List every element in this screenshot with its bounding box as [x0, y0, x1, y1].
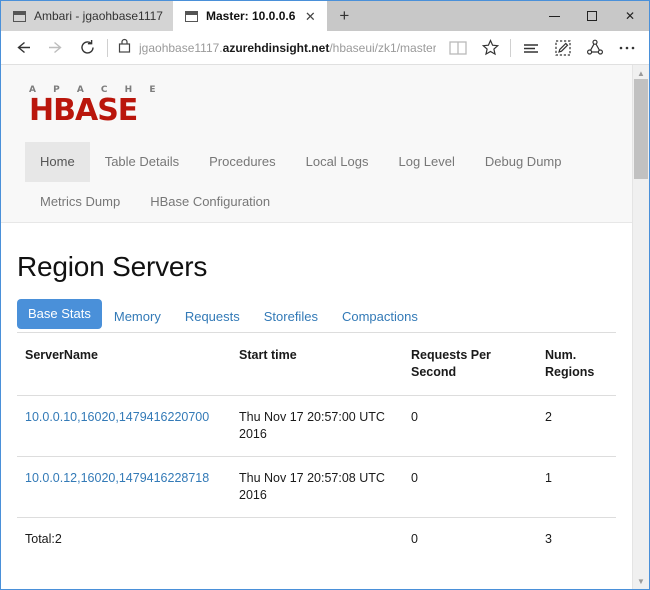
favorites-star-icon[interactable] — [474, 33, 506, 63]
cell-start-time: Thu Nov 17 20:57:00 UTC 2016 — [231, 395, 403, 457]
region-servers-heading: Region Servers — [17, 251, 208, 282]
server-link[interactable]: 10.0.0.12,16020,1479416228718 — [25, 471, 209, 485]
url-domain: azurehdinsight.net — [222, 40, 330, 55]
address-bar[interactable]: jgaohbase1117.azurehdinsight.net/hbaseui… — [112, 33, 442, 63]
maximize-button[interactable] — [573, 1, 611, 31]
nav-item-log-level[interactable]: Log Level — [384, 142, 470, 182]
apache-hbase-logo[interactable]: A P A C H E HBASE — [1, 79, 632, 134]
cell-total-start-time — [231, 517, 403, 561]
window-controls: ✕ — [535, 1, 649, 31]
tab-storefiles[interactable]: Storefiles — [252, 301, 330, 333]
lock-icon — [118, 38, 131, 58]
logo-hbase-text: HBASE — [29, 93, 138, 128]
nav-item-debug-dump[interactable]: Debug Dump — [470, 142, 577, 182]
column-header-requests-per-second[interactable]: Requests Per Second — [403, 333, 537, 396]
toolbar-right-icons — [515, 33, 643, 63]
cell-total-num-regions: 3 — [537, 517, 616, 561]
url-path: /hbaseui/zk1/master-s — [329, 40, 436, 55]
browser-tab-master[interactable]: Master: 10.0.0.6 ✕ — [172, 1, 328, 31]
browser-tab-title: Ambari - jgaohbase1117 — [34, 9, 163, 23]
page-viewport: A P A C H E HBASE Home Table Details Pro… — [1, 65, 649, 589]
nav-item-table-details[interactable]: Table Details — [90, 142, 194, 182]
browser-tab-title: Master: 10.0.0.6 — [205, 9, 296, 23]
site-navigation: Home Table Details Procedures Local Logs… — [1, 134, 632, 222]
browser-tab-ambari[interactable]: Ambari - jgaohbase1117 — [1, 1, 173, 31]
close-tab-icon[interactable]: ✕ — [303, 10, 317, 23]
cell-num-regions: 2 — [537, 395, 616, 457]
scrollbar-thumb[interactable] — [634, 79, 648, 179]
hub-icon[interactable] — [515, 33, 547, 63]
column-header-start-time[interactable]: Start time — [231, 333, 403, 396]
table-header-row: ServerName Start time Requests Per Secon… — [17, 333, 616, 396]
tab-strip: Ambari - jgaohbase1117 Master: 10.0.0.6 … — [1, 1, 649, 31]
forward-icon[interactable] — [39, 33, 71, 63]
nav-row-primary: Home Table Details Procedures Local Logs… — [25, 142, 632, 182]
nav-row-secondary: Metrics Dump HBase Configuration — [25, 182, 632, 222]
share-icon[interactable] — [579, 33, 611, 63]
cell-num-regions: 1 — [537, 456, 616, 518]
cell-total-requests-per-second: 0 — [403, 517, 537, 561]
scroll-down-icon[interactable]: ▼ — [633, 573, 649, 589]
page-icon — [184, 10, 198, 22]
column-header-servername[interactable]: ServerName — [17, 333, 231, 396]
tab-base-stats[interactable]: Base Stats — [17, 299, 102, 329]
close-window-button[interactable]: ✕ — [611, 1, 649, 31]
refresh-icon[interactable] — [71, 33, 103, 63]
cell-servername: 10.0.0.10,16020,1479416220700 — [17, 395, 231, 457]
server-link[interactable]: 10.0.0.10,16020,1479416220700 — [25, 410, 209, 424]
nav-item-home[interactable]: Home — [25, 142, 90, 182]
cell-requests-per-second: 0 — [403, 456, 537, 518]
tab-memory[interactable]: Memory — [102, 301, 173, 333]
nav-item-local-logs[interactable]: Local Logs — [291, 142, 384, 182]
cell-total-label: Total:2 — [17, 517, 231, 561]
page-content: Region Servers Base Stats Memory Request… — [1, 251, 632, 589]
url-prefix: jgaohbase1117. — [139, 40, 223, 55]
toolbar-divider — [107, 38, 108, 57]
site-header: A P A C H E HBASE Home Table Details Pro… — [1, 65, 632, 223]
new-tab-button[interactable]: + — [327, 1, 362, 31]
table-total-row: Total:2 0 3 — [17, 517, 616, 561]
hbase-master-page: A P A C H E HBASE Home Table Details Pro… — [1, 65, 632, 589]
column-header-num-regions[interactable]: Num. Regions — [537, 333, 616, 396]
cell-requests-per-second: 0 — [403, 395, 537, 457]
browser-window: Ambari - jgaohbase1117 Master: 10.0.0.6 … — [0, 0, 650, 590]
page-scrollbar[interactable]: ▲ ▼ — [632, 65, 649, 589]
nav-item-metrics-dump[interactable]: Metrics Dump — [25, 182, 135, 222]
minimize-button[interactable] — [535, 1, 573, 31]
page-icon — [13, 10, 26, 22]
table-row: 10.0.0.10,16020,1479416220700 Thu Nov 17… — [17, 395, 616, 457]
reading-view-icon[interactable] — [442, 33, 474, 63]
web-note-icon[interactable] — [547, 33, 579, 63]
region-servers-tab-bar: Base Stats Memory Requests Storefiles Co… — [17, 299, 616, 333]
cell-start-time: Thu Nov 17 20:57:08 UTC 2016 — [231, 456, 403, 518]
nav-item-hbase-configuration[interactable]: HBase Configuration — [135, 182, 285, 222]
cell-servername: 10.0.0.12,16020,1479416228718 — [17, 456, 231, 518]
tab-strip-empty-area — [361, 1, 535, 31]
toolbar-divider — [510, 38, 511, 57]
nav-item-procedures[interactable]: Procedures — [194, 142, 290, 182]
more-options-icon[interactable] — [611, 33, 643, 63]
back-icon[interactable] — [7, 33, 39, 63]
url-text: jgaohbase1117.azurehdinsight.net/hbaseui… — [139, 41, 436, 55]
table-row: 10.0.0.12,16020,1479416228718 Thu Nov 17… — [17, 456, 616, 518]
region-servers-table: ServerName Start time Requests Per Secon… — [17, 333, 616, 561]
browser-toolbar: jgaohbase1117.azurehdinsight.net/hbaseui… — [1, 31, 649, 65]
tab-compactions[interactable]: Compactions — [330, 301, 430, 333]
tab-requests[interactable]: Requests — [173, 301, 252, 333]
